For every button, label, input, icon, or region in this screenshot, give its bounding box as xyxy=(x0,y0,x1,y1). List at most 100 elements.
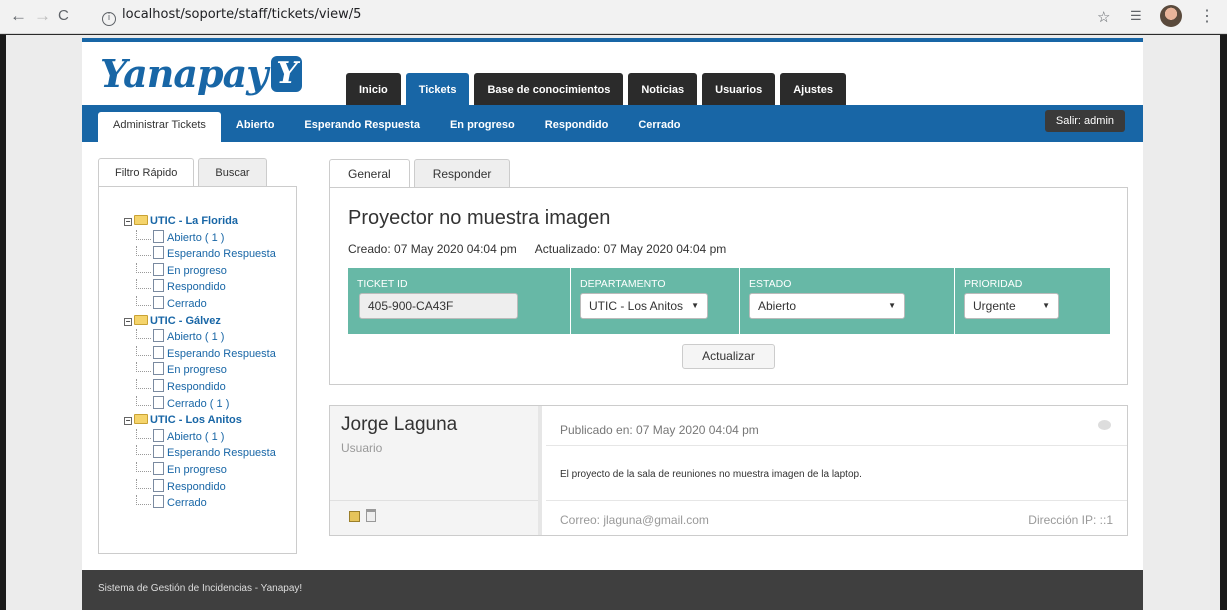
document-icon xyxy=(153,378,164,392)
bookmark-star-icon[interactable]: ☆ xyxy=(1097,8,1110,26)
document-icon xyxy=(153,495,164,509)
tree-item[interactable]: Esperando Respuesta xyxy=(124,345,276,363)
ticket-id-field[interactable]: 405-900-CA43F xyxy=(359,293,518,319)
forward-icon[interactable]: → xyxy=(34,7,51,25)
tab-responder[interactable]: Responder xyxy=(413,159,511,187)
tree-group-label: UTIC - Los Anitos xyxy=(150,414,242,427)
ticket-panel: Proyector no muestra imagen Creado: 07 M… xyxy=(329,187,1128,385)
back-icon[interactable]: ← xyxy=(10,7,27,25)
tree-item[interactable]: Abierto ( 1 ) xyxy=(124,229,276,247)
department-tree: − UTIC - La Florida Abierto ( 1 ) Esperando… xyxy=(124,213,276,512)
logo-mark: Y xyxy=(271,56,302,92)
collapse-icon[interactable]: − xyxy=(124,417,132,426)
tree-item[interactable]: Respondido xyxy=(124,478,276,496)
subnav-abierto[interactable]: Abierto xyxy=(221,112,290,142)
tree-group-label: UTIC - Gálvez xyxy=(150,314,221,327)
ticket-tabs: General Responder xyxy=(329,159,511,188)
tree-item-label: En progreso xyxy=(167,364,227,377)
created-date: Creado: 07 May 2020 04:04 pm xyxy=(348,242,517,256)
profile-avatar[interactable] xyxy=(1160,5,1182,27)
tree-item-label: En progreso xyxy=(167,463,227,476)
nav-tab-noticias[interactable]: Noticias xyxy=(628,73,698,105)
nav-tab-tickets[interactable]: Tickets xyxy=(405,73,470,105)
department-select[interactable]: UTIC - Los Anitos ▼ xyxy=(580,293,708,319)
tab-buscar[interactable]: Buscar xyxy=(198,158,267,186)
tab-filtro-rapido[interactable]: Filtro Rápido xyxy=(98,158,195,187)
document-icon xyxy=(153,246,164,260)
address-bar[interactable]: i localhost/soporte/staff/tickets/view/5 xyxy=(102,7,361,26)
tree-item[interactable]: Cerrado xyxy=(124,295,276,313)
updated-date: Actualizado: 07 May 2020 04:04 pm xyxy=(534,242,727,256)
tree-item[interactable]: Respondido xyxy=(124,279,276,296)
browser-toolbar: ← → C i localhost/soporte/staff/tickets/v… xyxy=(0,0,1227,34)
logo-text: Yanapay xyxy=(100,51,268,96)
nav-tab-usuarios[interactable]: Usuarios xyxy=(702,73,776,105)
label-estado: ESTADO xyxy=(749,278,792,290)
reload-icon[interactable]: C xyxy=(58,7,69,25)
collapse-icon[interactable]: − xyxy=(124,317,132,326)
browser-menu-icon[interactable]: ⋮ xyxy=(1199,6,1215,26)
subnav-administrar[interactable]: Administrar Tickets xyxy=(98,112,221,142)
tree-item[interactable]: Esperando Respuesta xyxy=(124,445,276,462)
priority-select[interactable]: Urgente ▼ xyxy=(964,293,1059,319)
tree-item-label: En progreso xyxy=(167,264,227,277)
nav-tab-ajustes[interactable]: Ajustes xyxy=(780,73,846,105)
document-icon xyxy=(153,295,164,309)
info-icon[interactable]: i xyxy=(102,12,116,26)
tree-group[interactable]: − UTIC - La Florida xyxy=(124,213,276,230)
page-footer: Sistema de Gestión de Incidencias - Yana… xyxy=(82,570,1143,610)
trash-icon[interactable] xyxy=(366,509,376,522)
edit-icon[interactable] xyxy=(349,511,360,522)
published-date: Publicado en: 07 May 2020 04:04 pm xyxy=(560,423,759,437)
document-icon xyxy=(153,445,164,459)
message-card: Jorge Laguna Usuario Publicado en: 07 Ma… xyxy=(329,405,1128,536)
tree-group[interactable]: − UTIC - Los Anitos xyxy=(124,412,276,429)
author-name: Jorge Laguna xyxy=(341,414,458,435)
ip-address: Dirección IP: ::1 xyxy=(1028,513,1113,527)
subnav-en-progreso[interactable]: En progreso xyxy=(435,112,530,142)
tree-item-label: Cerrado xyxy=(167,497,207,510)
tree-item[interactable]: Cerrado xyxy=(124,495,276,512)
left-tabs: Filtro Rápido Buscar xyxy=(98,158,267,187)
tree-item[interactable]: Cerrado ( 1 ) xyxy=(124,395,276,413)
footer-text: Sistema de Gestión de Incidencias - Yana… xyxy=(98,583,303,594)
update-button[interactable]: Actualizar xyxy=(682,344,775,369)
status-select[interactable]: Abierto ▼ xyxy=(749,293,905,319)
url-text: localhost/soporte/staff/tickets/view/5 xyxy=(122,7,362,22)
col-ticket-id: TICKET ID 405-900-CA43F xyxy=(348,268,570,334)
subnav-esperando[interactable]: Esperando Respuesta xyxy=(289,112,435,142)
tree-item[interactable]: En progreso xyxy=(124,262,276,280)
nav-tab-conocimientos[interactable]: Base de conocimientos xyxy=(474,73,624,105)
label-departamento: DEPARTAMENTO xyxy=(580,278,666,290)
tree-group[interactable]: − UTIC - Gálvez xyxy=(124,313,276,330)
nav-tab-inicio[interactable]: Inicio xyxy=(346,73,401,105)
tree-item[interactable]: En progreso xyxy=(124,461,276,479)
folder-icon xyxy=(134,414,148,425)
chevron-down-icon: ▼ xyxy=(691,301,699,310)
author-panel: Jorge Laguna Usuario xyxy=(330,406,542,535)
tree-item[interactable]: Abierto ( 1 ) xyxy=(124,428,276,446)
tree-item[interactable]: Esperando Respuesta xyxy=(124,246,276,263)
tree-item[interactable]: Respondido xyxy=(124,378,276,396)
logout-button[interactable]: Salir: admin xyxy=(1044,110,1125,132)
subnav-respondido[interactable]: Respondido xyxy=(530,112,624,142)
logo[interactable]: Yanapay Y xyxy=(100,51,302,96)
author-actions xyxy=(330,500,538,535)
document-icon xyxy=(153,279,164,293)
status-value: Abierto xyxy=(758,299,797,313)
app-container: Yanapay Y Inicio Tickets Base de conocimi… xyxy=(82,38,1143,610)
comment-bubble-icon[interactable] xyxy=(1098,420,1111,430)
label-ticket-id: TICKET ID xyxy=(357,278,408,290)
extension-icon[interactable]: ☰ xyxy=(1130,8,1142,24)
tab-general[interactable]: General xyxy=(329,159,410,188)
document-icon xyxy=(153,362,164,376)
message-post: Publicado en: 07 May 2020 04:04 pm El pr… xyxy=(546,406,1127,535)
tree-item[interactable]: Abierto ( 1 ) xyxy=(124,329,276,346)
author-email: Correo: jlaguna@gmail.com xyxy=(560,513,709,527)
collapse-icon[interactable]: − xyxy=(124,218,132,226)
top-accent-line xyxy=(82,38,1143,42)
tree-item-label: Abierto ( 1 ) xyxy=(167,430,225,443)
subnav-cerrado[interactable]: Cerrado xyxy=(623,112,695,142)
tree-item[interactable]: En progreso xyxy=(124,362,276,379)
post-footer: Correo: jlaguna@gmail.com Dirección IP: … xyxy=(546,500,1127,535)
